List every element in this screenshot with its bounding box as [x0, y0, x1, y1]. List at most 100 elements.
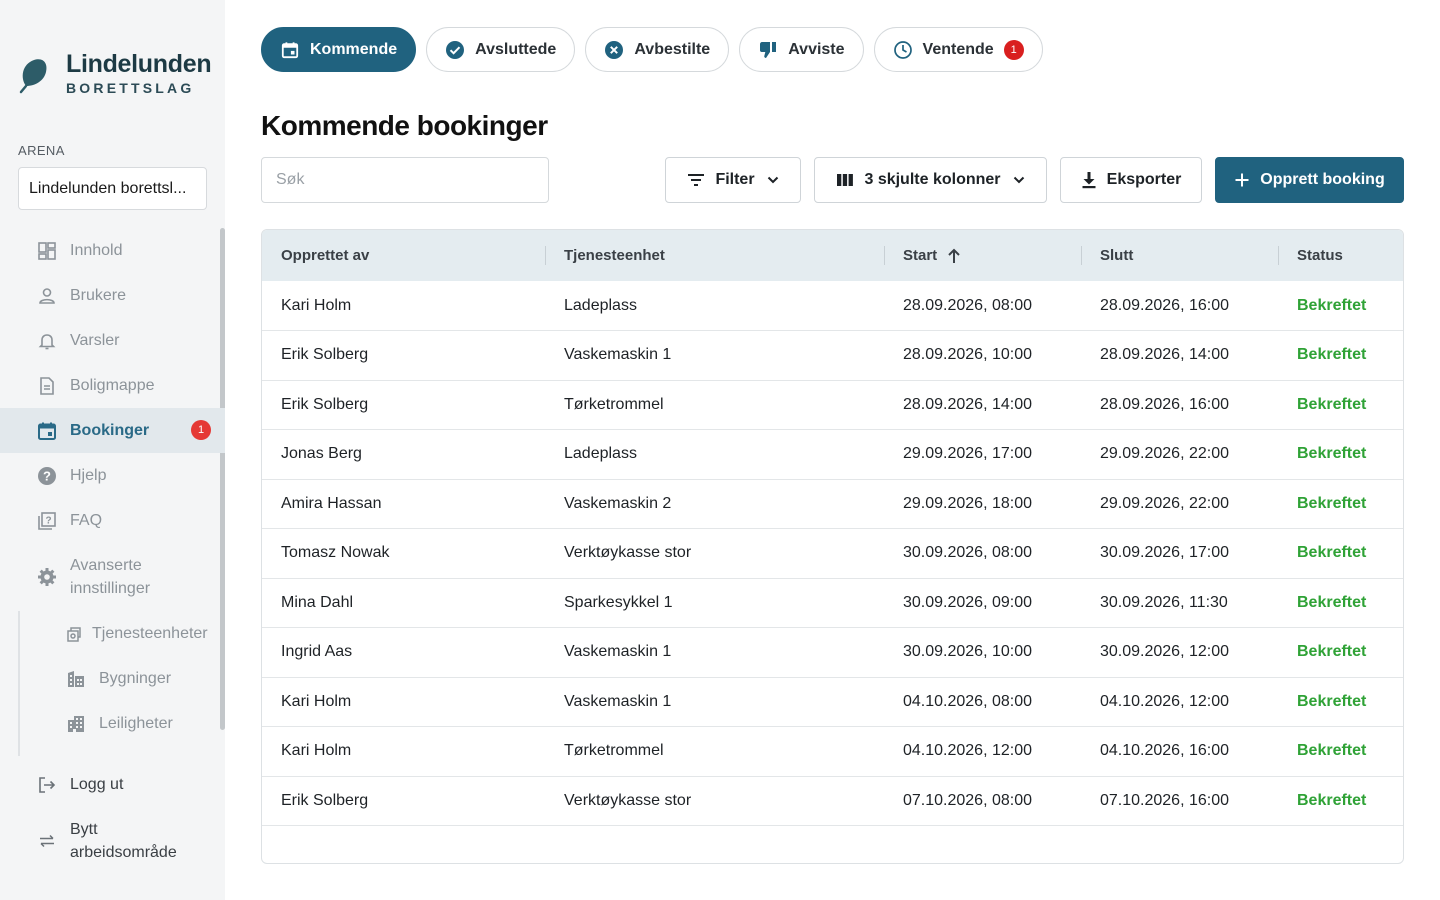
column-header-status[interactable]: Status: [1278, 230, 1403, 281]
column-separator: [884, 246, 885, 265]
end-cell: 28.09.2026, 16:00: [1100, 395, 1230, 413]
sidebar-item-label: Avanserte innstillinger: [70, 557, 151, 597]
bookinger-count-badge: 1: [191, 420, 211, 440]
main-content: Kommende Avsluttede Avbestilte Avviste V…: [225, 0, 1440, 900]
tab-label: Avsluttede: [475, 40, 557, 58]
logout-label: Logg ut: [70, 775, 124, 793]
chevron-down-icon: [1013, 176, 1025, 184]
end-cell: 07.10.2026, 16:00: [1100, 791, 1230, 809]
start-cell: 04.10.2026, 12:00: [903, 742, 1033, 760]
tab-avsluttede[interactable]: Avsluttede: [426, 27, 576, 72]
table-row[interactable]: Kari Holm Vaskemaskin 1 04.10.2026, 08:00 0…: [262, 677, 1403, 727]
sidebar-item-label: Bookinger: [70, 421, 150, 439]
sidebar-item-label: Varsler: [70, 331, 120, 349]
arena-select[interactable]: Lindelunden borettsl...: [18, 167, 207, 210]
created-by-cell: Kari Holm: [281, 692, 352, 710]
sidebar-subitem-bygninger[interactable]: Bygninger: [20, 656, 225, 701]
column-header-created-by[interactable]: Opprettet av: [262, 230, 545, 281]
service-unit-icon: [66, 624, 82, 644]
search-input[interactable]: [261, 157, 549, 203]
table-row[interactable]: Erik Solberg Tørketrommel 28.09.2026, 14:0…: [262, 380, 1403, 430]
created-by-cell: Mina Dahl: [281, 593, 354, 611]
table-row[interactable]: Jonas Berg Ladeplass 29.09.2026, 17:00 29.0…: [262, 430, 1403, 479]
download-icon: [1081, 171, 1097, 189]
start-cell: 28.09.2026, 14:00: [903, 395, 1033, 413]
switch-workspace-label: Bytt arbeidsområde: [70, 821, 177, 861]
hidden-columns-label: 3 skjulte kolonner: [864, 171, 1001, 188]
start-cell: 30.09.2026, 09:00: [903, 593, 1033, 611]
sidebar-item-hjelp[interactable]: ? Hjelp: [0, 453, 225, 498]
logo[interactable]: Lindelunden BORETTSLAG: [18, 50, 212, 96]
bookings-table: Opprettet av Tjenesteenhet Start Slutt S…: [261, 229, 1404, 864]
plus-icon: [1234, 172, 1250, 188]
table-row[interactable]: Erik Solberg Verktøykasse stor 07.10.2026,…: [262, 776, 1403, 826]
column-header-start[interactable]: Start: [884, 230, 1081, 281]
logout-button[interactable]: Logg ut: [0, 762, 225, 807]
service-unit-cell: Tørketrommel: [564, 395, 664, 413]
page-title: Kommende bookinger: [261, 110, 548, 141]
leaf-logo-icon: [19, 59, 47, 94]
sidebar-item-boligmappe[interactable]: Boligmappe: [0, 363, 225, 408]
tab-avbestilte[interactable]: Avbestilte: [585, 27, 730, 72]
column-separator: [1081, 246, 1082, 265]
calendar-icon: [280, 40, 300, 60]
service-unit-cell: Vaskemaskin 1: [564, 692, 672, 710]
table-row[interactable]: Amira Hassan Vaskemaskin 2 29.09.2026, 18:…: [262, 479, 1403, 529]
swap-arrows-icon: [37, 831, 57, 851]
calendar-icon: [37, 421, 57, 441]
status-cell: Bekreftet: [1297, 395, 1367, 413]
status-cell: Bekreftet: [1297, 791, 1367, 809]
svg-text:?: ?: [45, 515, 51, 526]
tab-avviste[interactable]: Avviste: [739, 27, 864, 72]
sidebar-item-faq[interactable]: ? FAQ: [0, 498, 225, 543]
service-unit-cell: Verktøykasse stor: [564, 791, 692, 809]
sidebar-item-innhold[interactable]: Innhold: [0, 228, 225, 273]
filter-label: Filter: [715, 171, 755, 188]
export-button[interactable]: Eksporter: [1060, 157, 1202, 203]
sidebar-item-brukere[interactable]: Brukere: [0, 273, 225, 318]
start-cell: 04.10.2026, 08:00: [903, 692, 1033, 710]
create-booking-button[interactable]: Opprett booking: [1215, 157, 1404, 203]
sidebar-item-bookinger[interactable]: Bookinger 1: [0, 408, 225, 453]
sidebar-item-avanserte-innstillinger[interactable]: Avanserte innstillinger: [0, 543, 225, 611]
end-cell: 04.10.2026, 16:00: [1100, 742, 1230, 760]
hidden-columns-button[interactable]: 3 skjulte kolonner: [814, 157, 1047, 203]
service-unit-cell: Ladeplass: [564, 296, 637, 314]
table-row[interactable]: Mina Dahl Sparkesykkel 1 30.09.2026, 09:00…: [262, 578, 1403, 628]
end-cell: 30.09.2026, 12:00: [1100, 643, 1230, 661]
tab-label: Avbestilte: [634, 40, 711, 58]
booking-status-tabs: Kommende Avsluttede Avbestilte Avviste V…: [261, 27, 1043, 72]
created-by-cell: Erik Solberg: [281, 791, 369, 809]
column-header-service-unit[interactable]: Tjenesteenhet: [545, 230, 884, 281]
status-cell: Bekreftet: [1297, 445, 1367, 463]
tab-label: Ventende: [922, 40, 994, 58]
start-cell: 29.09.2026, 17:00: [903, 445, 1033, 463]
table-row[interactable]: Ingrid Aas Vaskemaskin 1 30.09.2026, 10:00…: [262, 628, 1403, 677]
sidebar-nav: Innhold Brukere Varsler Boligmappe Booki…: [0, 228, 225, 875]
start-cell: 30.09.2026, 10:00: [903, 643, 1033, 661]
sidebar-subitem-leiligheter[interactable]: Leiligheter: [20, 701, 225, 746]
created-by-cell: Erik Solberg: [281, 395, 369, 413]
table-row[interactable]: Kari Holm Tørketrommel 04.10.2026, 12:00 04…: [262, 727, 1403, 776]
start-cell: 07.10.2026, 08:00: [903, 791, 1033, 809]
sidebar-item-label: Innhold: [70, 241, 123, 259]
switch-workspace-button[interactable]: Bytt arbeidsområde: [0, 807, 225, 875]
table-row[interactable]: Kari Holm Ladeplass 28.09.2026, 08:00 28.09…: [262, 281, 1403, 331]
table-header-row: Opprettet av Tjenesteenhet Start Slutt S…: [262, 230, 1403, 281]
tab-ventende[interactable]: Ventende 1: [873, 27, 1043, 72]
end-cell: 30.09.2026, 17:00: [1100, 544, 1230, 562]
table-row[interactable]: Tomasz Nowak Verktøykasse stor 30.09.2026,…: [262, 529, 1403, 578]
svg-text:?: ?: [43, 468, 51, 483]
status-cell: Bekreftet: [1297, 692, 1367, 710]
sidebar-subitem-tjenesteenheter[interactable]: Tjenesteenheter: [20, 611, 225, 656]
status-cell: Bekreftet: [1297, 494, 1367, 512]
status-cell: Bekreftet: [1297, 296, 1367, 314]
table-row[interactable]: Erik Solberg Vaskemaskin 1 28.09.2026, 10:…: [262, 331, 1403, 380]
tab-label: Kommende: [310, 40, 398, 58]
column-header-end[interactable]: Slutt: [1081, 230, 1278, 281]
sidebar-item-varsler[interactable]: Varsler: [0, 318, 225, 363]
thumb-down-icon: [758, 40, 778, 60]
sidebar-item-label: Tjenesteenheter: [92, 624, 208, 642]
filter-button[interactable]: Filter: [665, 157, 801, 203]
tab-kommende[interactable]: Kommende: [261, 27, 417, 72]
